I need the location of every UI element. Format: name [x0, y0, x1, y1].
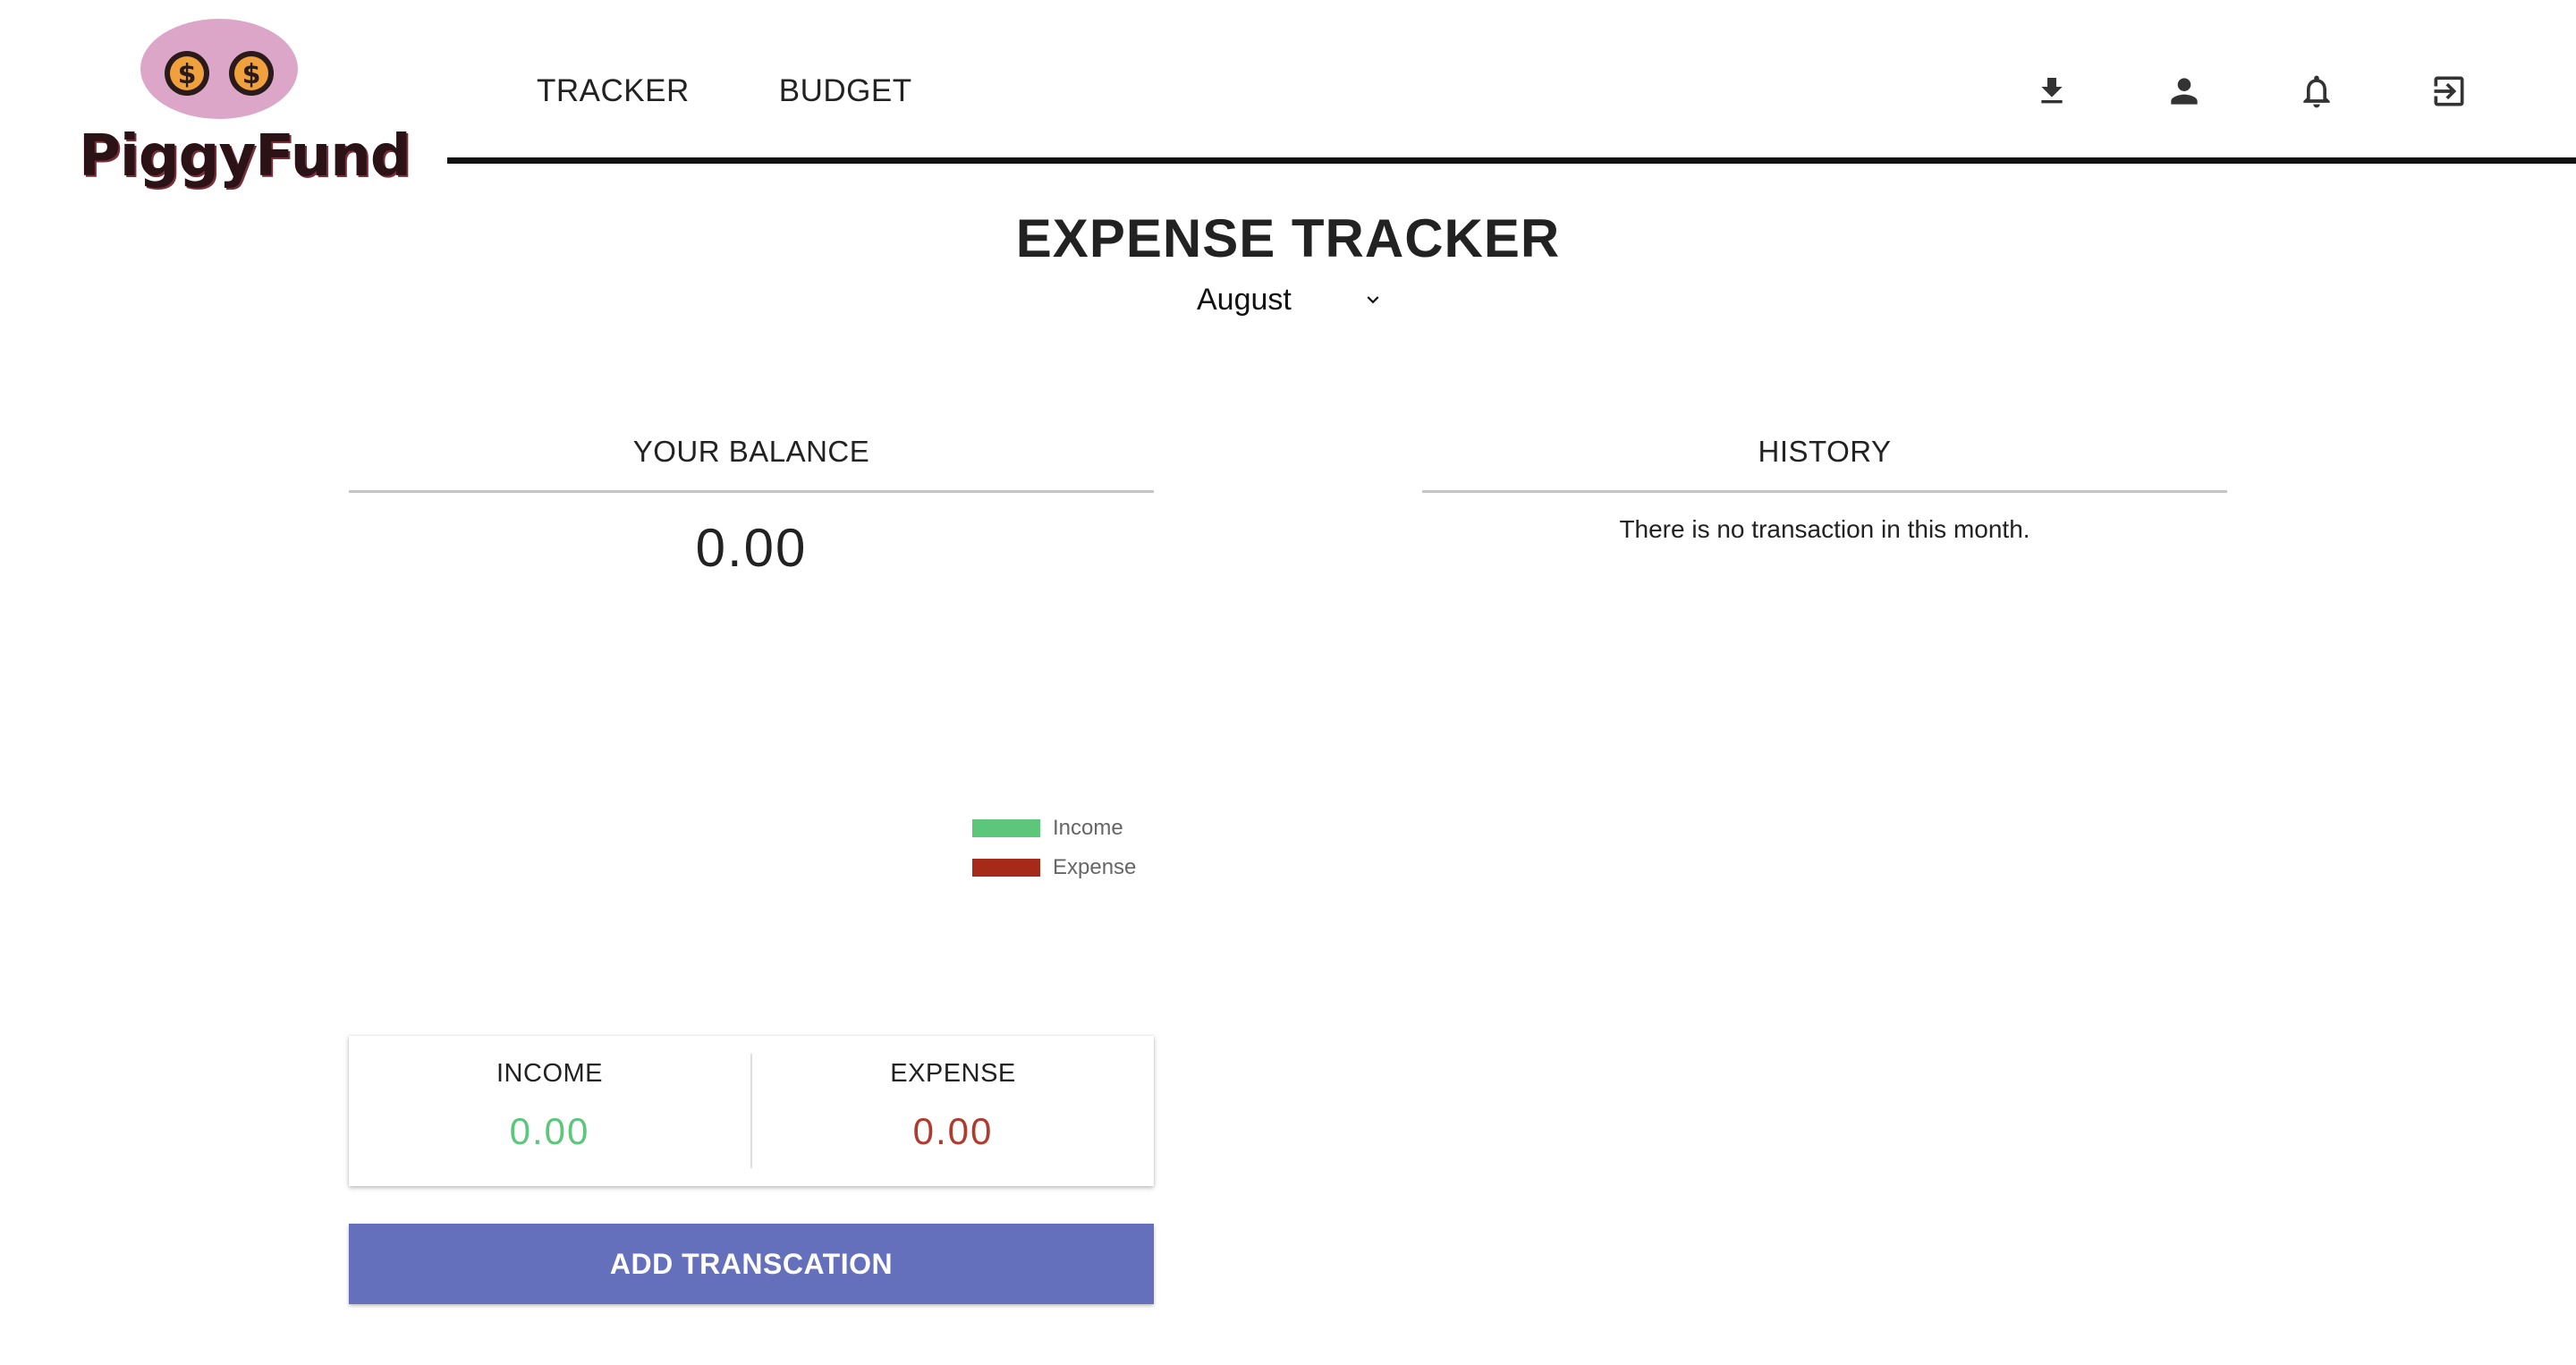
svg-text:$: $ — [178, 59, 197, 90]
legend-item-expense[interactable]: Expense — [972, 848, 1136, 887]
month-select[interactable]: August — [1197, 277, 1385, 322]
history-divider — [1422, 490, 2227, 493]
main-nav: TRACKER BUDGET — [537, 73, 912, 109]
user-icon — [2171, 78, 2198, 105]
history-empty-message: There is no transaction in this month. — [1619, 515, 2030, 543]
bell-icon — [2303, 75, 2330, 108]
logout-button[interactable] — [2428, 70, 2470, 113]
legend-swatch-expense — [972, 859, 1040, 877]
svg-text:$: $ — [242, 59, 261, 90]
expense-value: 0.00 — [912, 1110, 994, 1152]
nav-tracker[interactable]: TRACKER — [537, 73, 690, 109]
brand-name: PiggyFund — [79, 123, 411, 190]
income-expense-card: INCOME 0.00 EXPENSE 0.00 — [349, 1036, 1154, 1186]
add-transaction-button[interactable]: ADD TRANSCATION — [349, 1224, 1154, 1304]
legend-label-expense: Expense — [1053, 855, 1137, 879]
legend-item-income[interactable]: Income — [972, 809, 1136, 848]
logout-icon — [2434, 76, 2464, 106]
balance-heading: YOUR BALANCE — [632, 435, 870, 468]
chart-legend: Income Expense — [972, 809, 1136, 887]
notifications-button[interactable] — [2295, 70, 2338, 113]
income-label: INCOME — [496, 1059, 603, 1088]
legend-label-income: Income — [1053, 816, 1123, 840]
income-value: 0.00 — [509, 1110, 590, 1152]
piggy-logo-icon: $ $ — [140, 19, 298, 119]
chevron-down-icon — [1367, 296, 1379, 304]
month-select-value: August — [1197, 282, 1292, 317]
brand-logo[interactable]: $ $ PiggyFund — [72, 16, 411, 204]
header-divider — [447, 157, 2576, 164]
download-icon — [2041, 78, 2063, 104]
legend-swatch-income — [972, 819, 1040, 837]
header-actions — [2030, 70, 2470, 113]
profile-button[interactable] — [2163, 70, 2206, 113]
expense-summary: EXPENSE 0.00 — [752, 1036, 1154, 1186]
expense-label: EXPENSE — [890, 1059, 1016, 1088]
history-heading: HISTORY — [1758, 435, 1892, 468]
nav-budget[interactable]: BUDGET — [779, 73, 912, 109]
income-summary: INCOME 0.00 — [349, 1036, 750, 1186]
download-button[interactable] — [2030, 70, 2073, 113]
app-root: $ $ PiggyFund TRACKER BUDGET EXPENSE TRA… — [0, 0, 2576, 1365]
balance-value: 0.00 — [695, 518, 808, 578]
page-title: EXPENSE TRACKER — [1015, 208, 1561, 268]
balance-divider — [349, 490, 1154, 493]
